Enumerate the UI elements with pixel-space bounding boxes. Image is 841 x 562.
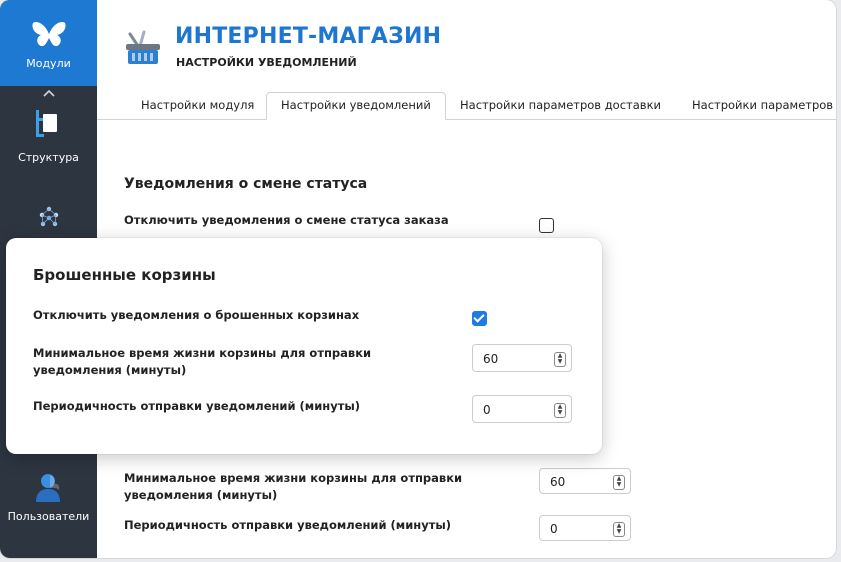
tab-module-settings[interactable]: Настройки модуля bbox=[139, 93, 256, 118]
disable-status-notifications-checkbox[interactable] bbox=[539, 218, 554, 233]
network-icon bbox=[39, 206, 59, 227]
popup-min-cart-lifetime-label: Минимальное время жизни корзины для отпр… bbox=[33, 346, 372, 377]
stepper-icon[interactable]: ▲ ▼ bbox=[613, 522, 625, 537]
chevron-up-icon[interactable] bbox=[0, 86, 97, 100]
min-cart-lifetime-input[interactable]: 60 ▲ ▼ bbox=[539, 468, 631, 494]
shop-basket-icon bbox=[126, 30, 160, 64]
stepper-icon[interactable]: ▲ ▼ bbox=[554, 352, 566, 367]
sidebar-item-label: Структура bbox=[18, 151, 79, 164]
stepper-icon[interactable]: ▲ ▼ bbox=[613, 475, 625, 490]
popup-notification-period-label: Периодичность отправки уведомлений (мину… bbox=[33, 399, 361, 413]
notification-period-input[interactable]: 0 ▲ ▼ bbox=[539, 515, 631, 541]
popup-min-cart-lifetime-input[interactable]: 60 ▲ ▼ bbox=[472, 344, 572, 372]
popup-notification-period-input[interactable]: 0 ▲ ▼ bbox=[472, 395, 572, 423]
structure-icon bbox=[36, 110, 57, 137]
popup-title: Брошенные корзины bbox=[33, 266, 216, 284]
notification-period-label: Периодичность отправки уведомлений (мину… bbox=[124, 518, 452, 532]
disable-abandoned-notifications-label: Отключить уведомления о брошенных корзин… bbox=[33, 308, 360, 322]
tab-delivery-settings[interactable]: Настройки параметров доставки bbox=[458, 93, 663, 118]
sidebar-item-structure[interactable]: Структура bbox=[0, 108, 97, 168]
page-title: ИНТЕРНЕТ-МАГАЗИН bbox=[175, 24, 442, 49]
butterfly-icon bbox=[32, 22, 66, 47]
user-icon bbox=[36, 474, 60, 502]
tab-bar: Настройки модуля Настройки уведомлений Н… bbox=[97, 92, 836, 120]
min-cart-lifetime-label: Минимальное время жизни корзины для отпр… bbox=[124, 471, 463, 502]
sidebar-item-label: Модули bbox=[26, 57, 71, 70]
sidebar-item-modules[interactable]: Модули bbox=[0, 0, 97, 86]
stepper-icon[interactable]: ▲ ▼ bbox=[554, 403, 566, 418]
status-section-title: Уведомления о смене статуса bbox=[124, 176, 368, 192]
disable-abandoned-notifications-checkbox[interactable] bbox=[472, 311, 487, 326]
sidebar-item-label: Пользователи bbox=[7, 510, 90, 523]
tab-other-settings[interactable]: Настройки параметров о bbox=[690, 93, 836, 118]
page-subtitle: НАСТРОЙКИ УВЕДОМЛЕНИЙ bbox=[176, 56, 357, 69]
sidebar-item-users[interactable]: Пользователи bbox=[0, 470, 97, 530]
disable-status-notifications-label: Отключить уведомления о смене статуса за… bbox=[124, 213, 449, 227]
tab-notification-settings[interactable]: Настройки уведомлений bbox=[266, 92, 446, 120]
abandoned-carts-popup: Брошенные корзины Отключить уведомления … bbox=[6, 238, 602, 454]
